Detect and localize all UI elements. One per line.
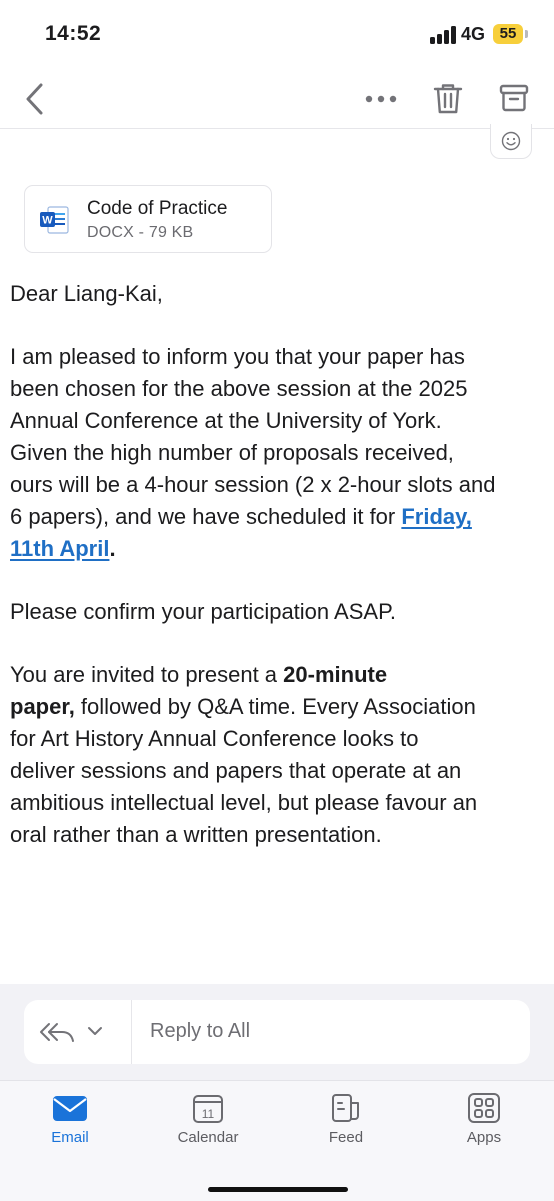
body-line: paper, followed by Q&A time. Every Assoc… [10,691,554,723]
feed-icon [332,1094,359,1122]
period: . [109,536,116,561]
battery-tip [525,30,528,38]
status-time: 14:52 [45,22,102,45]
attachment-name: Code of Practice [87,198,228,219]
tab-apps[interactable]: Apps [434,1093,534,1163]
reply-area: Reply to All [0,984,554,1080]
tab-calendar[interactable]: 11 Calendar [158,1093,258,1163]
body-line: Given the high number of proposals recei… [10,440,454,465]
body-line-text: You are invited to present a [10,662,284,687]
email-greeting: Dear Liang-Kai, [10,281,163,306]
body-line: 11th April. [10,533,554,565]
word-doc-icon: W [40,206,69,234]
reply-input[interactable]: Reply to All [150,1020,250,1043]
body-line: I am pleased to inform you that your pap… [10,344,465,369]
reply-all-icon[interactable] [38,1018,120,1046]
more-horizontal-icon[interactable] [364,94,398,104]
cellular-signal-icon [430,25,457,44]
tab-bar: Email 11 Calendar Feed Apps [0,1080,554,1201]
mail-icon [53,1096,87,1121]
duration-bold: 20-minute [283,662,388,687]
reply-bar[interactable]: Reply to All [24,1000,530,1064]
date-link[interactable]: 11th April [10,536,109,561]
paper-bold: paper, [10,694,75,719]
tab-label: Feed [328,1129,364,1146]
status-bar: 14:52 4G 55 [0,0,554,70]
email-paragraph-3: You are invited to present a 20-minute p… [10,659,554,851]
email-body: Dear Liang-Kai, I am pleased to inform y… [10,278,554,882]
date-link[interactable]: Friday, [401,504,472,529]
attachment-meta: DOCX - 79 KB [87,224,194,241]
tab-label: Email [51,1129,89,1146]
body-line: 6 papers), and we have scheduled it for … [10,501,554,533]
email-paragraph-1: I am pleased to inform you that your pap… [10,341,554,565]
email-paragraph-2: Please confirm your participation ASAP. [10,599,397,624]
body-line-text: 6 papers), and we have scheduled it for [10,504,402,529]
attachment-card[interactable]: W Code of Practice DOCX - 79 KB [24,185,272,253]
reply-divider [131,1000,132,1064]
message-toolbar [0,70,554,129]
tab-label: Apps [466,1129,502,1146]
chevron-down-icon[interactable] [88,1027,102,1035]
body-line: Annual Conference at the University of Y… [10,408,442,433]
body-line: ours will be a 4-hour session (2 x 2-hou… [10,472,496,497]
add-reaction-button[interactable] [490,124,532,159]
body-line: been chosen for the above session at the… [10,376,468,401]
trash-icon[interactable] [432,82,464,116]
body-line: deliver sessions and papers that operate… [10,758,462,783]
body-line: oral rather than a written presentation. [10,822,382,847]
network-type: 4G [461,24,486,44]
body-line: ambitious intellectual level, but please… [10,790,478,815]
tab-email[interactable]: Email [20,1093,120,1163]
body-line: You are invited to present a 20-minute [10,659,554,691]
apps-grid-icon [468,1093,500,1123]
chevron-left-icon[interactable] [22,82,48,116]
tab-label: Calendar [177,1129,239,1146]
body-line: for Art History Annual Conference looks … [10,726,419,751]
svg-text:W: W [42,215,53,227]
archive-icon[interactable] [498,82,530,114]
tab-feed[interactable]: Feed [296,1093,396,1163]
battery-icon: 55 [493,24,523,44]
home-indicator [208,1187,348,1192]
calendar-day: 11 [202,1107,215,1121]
body-line-text: followed by Q&A time. Every Association [74,694,476,719]
smiley-icon [501,131,521,151]
calendar-icon: 11 [193,1095,223,1123]
